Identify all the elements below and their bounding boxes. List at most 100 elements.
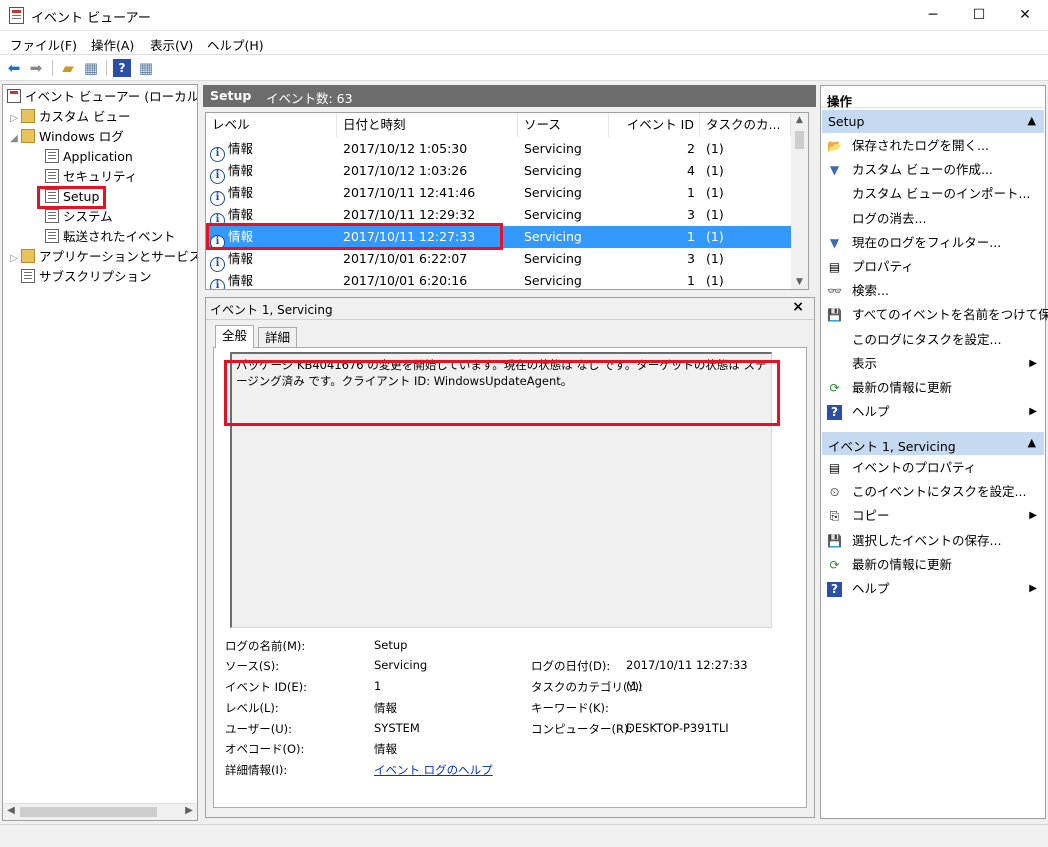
- chevron-down-icon[interactable]: ◢: [7, 129, 21, 149]
- help-icon[interactable]: ?: [113, 59, 131, 77]
- action-label: 検索...: [852, 283, 889, 299]
- actions-section-event[interactable]: イベント 1, Servicing ▲: [822, 432, 1044, 455]
- label-opcode: オペコード(O):: [225, 742, 305, 756]
- event-viewer-icon: [7, 89, 21, 103]
- label-log-name: ログの名前(M):: [225, 639, 306, 653]
- label-level: レベル(L):: [225, 701, 279, 715]
- column-header-event-id[interactable]: イベント ID: [609, 113, 700, 137]
- column-header-source[interactable]: ソース: [518, 113, 609, 137]
- action-item[interactable]: ▼ 現在のログをフィルター...: [821, 231, 1045, 255]
- scroll-right-arrow-icon[interactable]: ▶: [181, 805, 197, 816]
- menu-view[interactable]: 表示(V): [150, 35, 193, 54]
- action-label: プロパティ: [852, 259, 914, 274]
- cell-event-id: 1: [687, 185, 695, 200]
- cell-event-id: 4: [687, 163, 695, 178]
- tree-item-windows-logs[interactable]: ◢ Windows ログ: [7, 127, 124, 147]
- close-button[interactable]: ✕: [1002, 0, 1048, 31]
- tree-item-custom-views[interactable]: ▷ カスタム ビュー: [7, 107, 130, 127]
- action-item[interactable]: ? ヘルプ ▶: [821, 577, 1045, 601]
- column-header-task-category[interactable]: タスクのカ...: [700, 113, 791, 137]
- actions-header: 操作: [821, 86, 1045, 109]
- close-icon[interactable]: ×: [792, 299, 804, 315]
- back-arrow-icon[interactable]: ⬅: [5, 59, 23, 77]
- event-log-help-link[interactable]: イベント ログのヘルプ: [374, 762, 493, 778]
- action-item[interactable]: ⟳ 最新の情報に更新: [821, 553, 1045, 577]
- chevron-right-icon[interactable]: ▷: [7, 249, 21, 269]
- menu-action[interactable]: 操作(A): [91, 35, 134, 54]
- scroll-up-arrow-icon[interactable]: ▲: [791, 115, 808, 125]
- cell-source: Servicing: [524, 229, 582, 244]
- scroll-down-arrow-icon[interactable]: ▼: [791, 277, 808, 287]
- log-icon: [45, 209, 59, 223]
- action-label: このログにタスクを設定...: [852, 331, 1002, 347]
- menu-file[interactable]: ファイル(F): [10, 35, 77, 54]
- scroll-thumb[interactable]: [795, 131, 804, 149]
- actions-pane: 操作 Setup ▲ 📂 保存されたログを開く... ▼ カスタム ビューの作成...…: [820, 85, 1048, 819]
- cell-task-category: (1): [706, 141, 724, 156]
- show-hide-action-pane-icon[interactable]: ▦: [137, 59, 155, 77]
- tree-item-security[interactable]: セキュリティ: [45, 167, 137, 187]
- tree-item-label: Application: [63, 149, 133, 164]
- event-list-vertical-scrollbar[interactable]: ▲ ▼: [791, 113, 808, 289]
- scroll-thumb[interactable]: [20, 807, 157, 817]
- action-item[interactable]: このログにタスクを設定...: [821, 328, 1045, 352]
- action-item[interactable]: ▼ カスタム ビューの作成...: [821, 158, 1045, 182]
- table-row[interactable]: i 情報 2017/10/12 1:03:26 Servicing 4 (1): [206, 160, 791, 184]
- toolbar-separator: [52, 60, 53, 76]
- forward-arrow-icon[interactable]: ➡: [27, 59, 45, 77]
- action-item[interactable]: 📂 保存されたログを開く...: [821, 134, 1045, 158]
- minimize-button[interactable]: ─: [910, 0, 956, 31]
- tree-horizontal-scrollbar[interactable]: ◀ ▶: [3, 803, 197, 820]
- tree-item-apps-services[interactable]: ▷ アプリケーションとサービス ログ: [7, 247, 197, 269]
- refresh-icon: ⟳: [829, 381, 840, 395]
- table-row[interactable]: i 情報 2017/10/01 6:20:16 Servicing 1 (1): [206, 270, 791, 289]
- action-item[interactable]: ▤ プロパティ: [821, 255, 1045, 279]
- action-item[interactable]: 💾 選択したイベントの保存...: [821, 529, 1045, 553]
- table-row[interactable]: i 情報 2017/10/01 6:22:07 Servicing 3 (1): [206, 248, 791, 272]
- action-item[interactable]: ⎘ コピー ▶: [821, 504, 1045, 528]
- tree-item-forwarded-events[interactable]: 転送されたイベント: [45, 227, 176, 247]
- cell-datetime: 2017/10/11 12:41:46: [343, 185, 476, 200]
- collapse-up-icon[interactable]: ▲: [1028, 114, 1036, 127]
- cell-source: Servicing: [524, 273, 582, 288]
- tab-general[interactable]: 全般: [215, 325, 255, 348]
- tree-item-root[interactable]: イベント ビューアー (ローカル): [7, 87, 197, 107]
- tree-item-subscriptions[interactable]: サブスクリプション: [21, 267, 152, 287]
- cell-task-category: (1): [706, 207, 724, 222]
- chevron-right-icon[interactable]: ▷: [7, 109, 21, 129]
- actions-section-setup[interactable]: Setup ▲: [822, 110, 1044, 133]
- cell-level: i 情報: [210, 270, 254, 289]
- log-name: Setup: [210, 88, 252, 103]
- save-icon: 💾: [827, 308, 842, 323]
- action-item[interactable]: ▤ イベントのプロパティ: [821, 456, 1045, 480]
- properties-icon: ▤: [828, 260, 841, 274]
- cell-level: i 情報: [210, 248, 253, 272]
- action-item[interactable]: ⏲ このイベントにタスクを設定...: [821, 480, 1045, 504]
- tree-item-application[interactable]: Application: [45, 147, 133, 167]
- section-title: イベント 1, Servicing: [828, 439, 956, 454]
- action-item[interactable]: カスタム ビューのインポート...: [821, 182, 1045, 206]
- table-row[interactable]: i 情報 2017/10/11 12:41:46 Servicing 1 (1): [206, 182, 791, 206]
- action-item[interactable]: ? ヘルプ ▶: [821, 400, 1045, 424]
- show-hide-tree-icon[interactable]: ▦: [82, 59, 100, 77]
- action-item[interactable]: 表示 ▶: [821, 352, 1045, 376]
- action-label: すべてのイベントを名前をつけて保存...: [852, 307, 1048, 323]
- action-item[interactable]: ログの消去...: [821, 207, 1045, 231]
- tab-details[interactable]: 詳細: [258, 327, 298, 347]
- action-item[interactable]: 👓 検索...: [821, 279, 1045, 303]
- action-item[interactable]: ⟳ 最新の情報に更新: [821, 376, 1045, 400]
- column-header-datetime[interactable]: 日付と時刻: [337, 113, 518, 137]
- table-row[interactable]: i 情報 2017/10/12 1:05:30 Servicing 2 (1): [206, 138, 791, 162]
- tree-item-system[interactable]: システム: [45, 207, 113, 227]
- scroll-left-arrow-icon[interactable]: ◀: [3, 805, 19, 816]
- collapse-up-icon[interactable]: ▲: [1028, 436, 1036, 449]
- toolbar-separator: [106, 60, 107, 76]
- column-header-level[interactable]: レベル: [206, 113, 337, 137]
- value-computer: DESKTOP-P391TLI: [626, 721, 729, 735]
- action-item[interactable]: 💾 すべてのイベントを名前をつけて保存...: [821, 303, 1048, 327]
- maximize-button[interactable]: ☐: [956, 0, 1002, 31]
- level-text: 情報: [228, 273, 254, 288]
- cell-source: Servicing: [524, 251, 582, 266]
- menu-help[interactable]: ヘルプ(H): [207, 35, 264, 54]
- folder-up-icon[interactable]: ▰: [59, 59, 77, 77]
